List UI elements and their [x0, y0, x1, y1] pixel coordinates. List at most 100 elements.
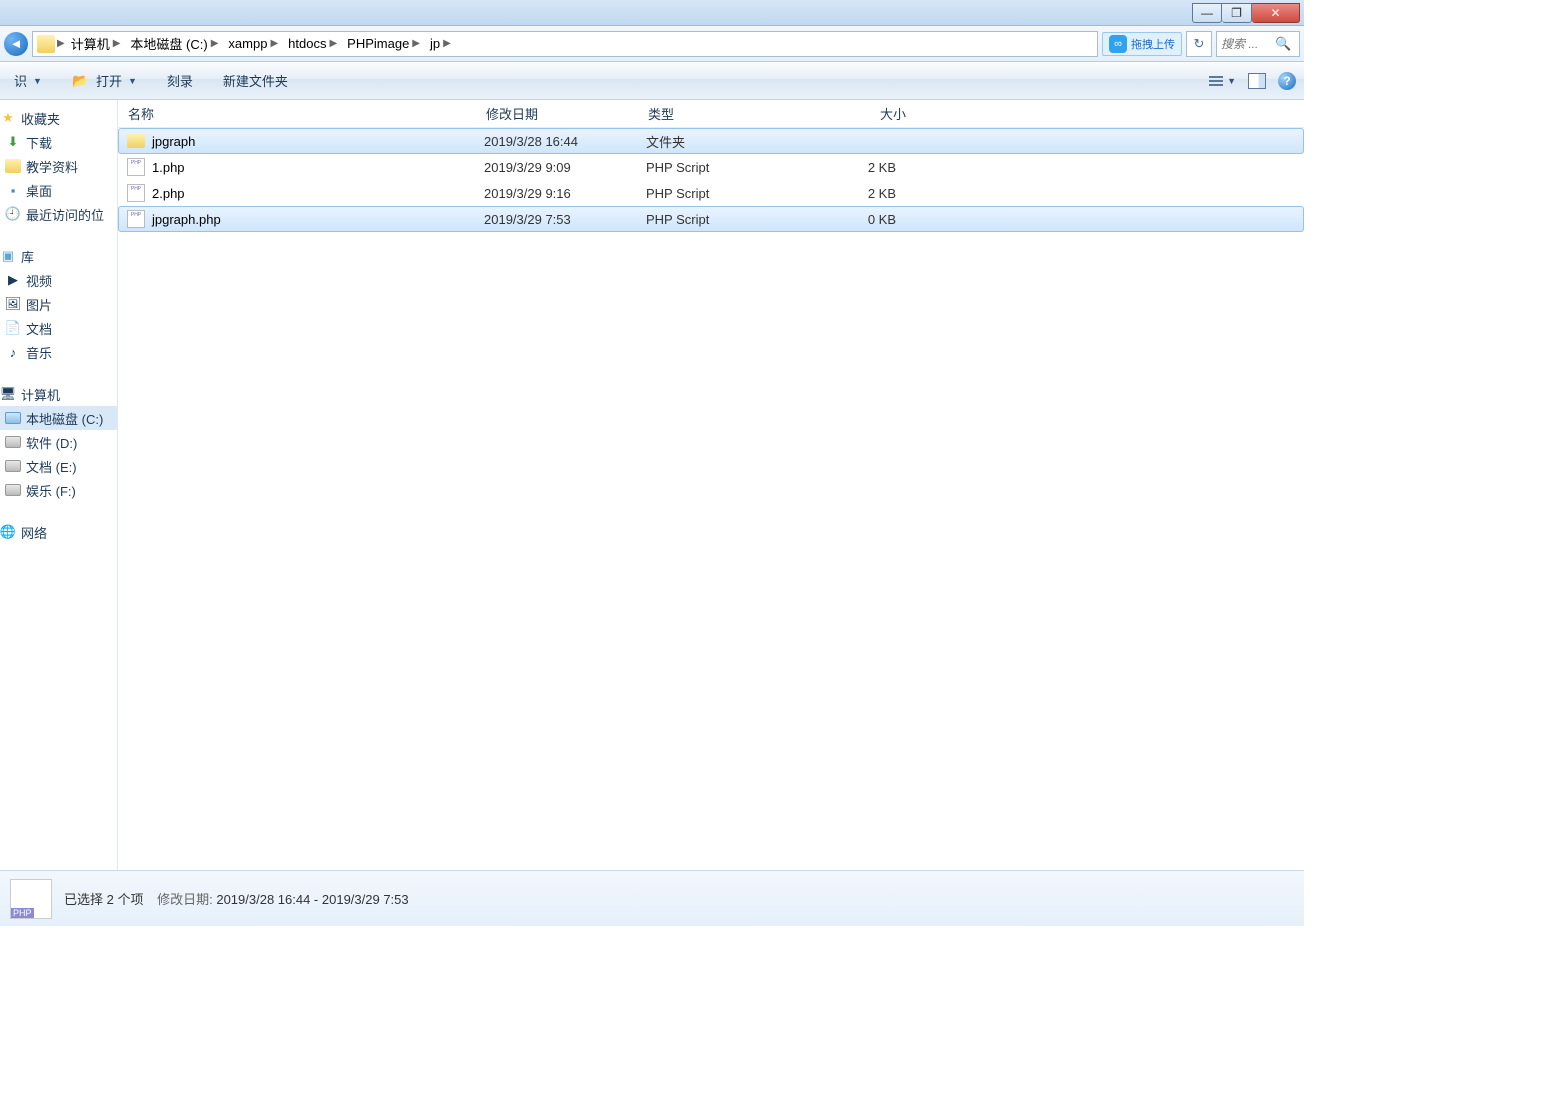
- status-date-value: 2019/3/28 16:44 - 2019/3/29 7:53: [216, 892, 408, 907]
- file-size: 2 KB: [806, 160, 896, 175]
- sidebar-item-teaching[interactable]: 教学资料: [0, 154, 117, 178]
- sidebar-item-videos[interactable]: ▶视频: [0, 268, 117, 292]
- view-options-button[interactable]: ▼: [1209, 76, 1236, 86]
- chevron-right-icon[interactable]: ▶: [412, 38, 420, 49]
- preview-pane-button[interactable]: [1248, 73, 1266, 89]
- file-name: jpgraph.php: [152, 212, 484, 227]
- address-bar: ◄ ▶ 计算机 ▶ 本地磁盘 (C:) ▶ xampp ▶ htdocs ▶ P…: [0, 26, 1304, 62]
- search-box[interactable]: 🔍: [1216, 31, 1300, 57]
- chevron-right-icon[interactable]: ▶: [57, 38, 65, 49]
- nav-favorites: ★ 收藏夹 ⬇下载 教学资料 ▪桌面 🕘 最近访问的位: [0, 106, 117, 226]
- column-header-type[interactable]: 类型: [648, 104, 808, 123]
- computer-icon: 🖥: [0, 386, 16, 402]
- sidebar-label: 文档: [26, 319, 52, 338]
- back-button[interactable]: ◄: [4, 32, 28, 56]
- file-date: 2019/3/28 16:44: [484, 134, 646, 149]
- breadcrumb-item[interactable]: 本地磁盘 (C:) ▶: [126, 33, 222, 55]
- sidebar-item-music[interactable]: ♪音乐: [0, 340, 117, 364]
- sidebar-item-pictures[interactable]: 🖼图片: [0, 292, 117, 316]
- chevron-right-icon[interactable]: ▶: [270, 38, 278, 49]
- organize-button[interactable]: 识 ▼: [8, 69, 48, 92]
- breadcrumb-label: PHPimage: [347, 36, 409, 51]
- sidebar-item-network[interactable]: 🌐网络: [0, 520, 117, 544]
- php-file-icon: [126, 209, 146, 229]
- help-button[interactable]: ?: [1278, 72, 1296, 90]
- breadcrumb[interactable]: ▶ 计算机 ▶ 本地磁盘 (C:) ▶ xampp ▶ htdocs ▶ PHP…: [32, 31, 1098, 57]
- sidebar-item-recent[interactable]: 🕘 最近访问的位: [0, 202, 117, 226]
- sidebar-label: 收藏夹: [21, 109, 60, 128]
- sidebar-item-disk-c[interactable]: 本地磁盘 (C:): [0, 406, 117, 430]
- back-arrow-icon: ◄: [10, 36, 23, 51]
- sidebar-item-disk-d[interactable]: 软件 (D:): [0, 430, 117, 454]
- column-header-name[interactable]: 名称: [128, 104, 486, 123]
- file-row[interactable]: 2.php2019/3/29 9:16PHP Script2 KB: [118, 180, 1304, 206]
- sidebar-item-downloads[interactable]: ⬇下载: [0, 130, 117, 154]
- sidebar-label: 本地磁盘 (C:): [26, 409, 103, 428]
- sidebar-item-documents[interactable]: 📄文档: [0, 316, 117, 340]
- breadcrumb-label: 计算机: [71, 34, 110, 53]
- sidebar-label: 最近访问的位: [26, 205, 104, 224]
- chevron-right-icon[interactable]: ▶: [443, 38, 451, 49]
- sidebar-item-desktop[interactable]: ▪桌面: [0, 178, 117, 202]
- file-row[interactable]: jpgraph.php2019/3/29 7:53PHP Script0 KB: [118, 206, 1304, 232]
- network-icon: 🌐: [0, 524, 16, 540]
- refresh-button[interactable]: ↻: [1186, 31, 1212, 57]
- sidebar-label: 下载: [26, 133, 52, 152]
- disk-icon: [5, 410, 21, 426]
- sidebar: ★ 收藏夹 ⬇下载 教学资料 ▪桌面 🕘 最近访问的位 ▣库 ▶视频 🖼图片 📄文档…: [0, 100, 118, 870]
- folder-icon: [5, 158, 21, 174]
- sidebar-label: 娱乐 (F:): [26, 481, 76, 500]
- new-folder-button[interactable]: 新建文件夹: [217, 69, 294, 92]
- chevron-down-icon: ▼: [128, 76, 137, 86]
- sidebar-item-disk-e[interactable]: 文档 (E:): [0, 454, 117, 478]
- nav-libraries: ▣库 ▶视频 🖼图片 📄文档 ♪音乐: [0, 244, 117, 364]
- status-date-label: 修改日期:: [157, 892, 213, 907]
- file-row[interactable]: 1.php2019/3/29 9:09PHP Script2 KB: [118, 154, 1304, 180]
- cloud-upload-badge[interactable]: ∞ 拖拽上传: [1102, 32, 1182, 56]
- library-icon: ▣: [0, 248, 16, 264]
- sidebar-item-libraries[interactable]: ▣库: [0, 244, 117, 268]
- column-header-size[interactable]: 大小: [808, 104, 906, 123]
- breadcrumb-label: xampp: [228, 36, 267, 51]
- file-rows: jpgraph2019/3/28 16:44文件夹1.php2019/3/29 …: [118, 128, 1304, 232]
- sidebar-label: 视频: [26, 271, 52, 290]
- maximize-button[interactable]: ❐: [1222, 3, 1252, 23]
- sidebar-label: 桌面: [26, 181, 52, 200]
- sidebar-label: 图片: [26, 295, 52, 314]
- close-button[interactable]: ✕: [1252, 3, 1300, 23]
- file-type: PHP Script: [646, 186, 806, 201]
- breadcrumb-item[interactable]: 计算机 ▶: [67, 33, 125, 55]
- column-header-date[interactable]: 修改日期: [486, 104, 648, 123]
- recent-icon: 🕘: [5, 206, 21, 222]
- chevron-down-icon: ▼: [33, 76, 42, 86]
- breadcrumb-label: htdocs: [288, 36, 326, 51]
- chevron-down-icon: ▼: [1227, 76, 1236, 86]
- sidebar-item-disk-f[interactable]: 娱乐 (F:): [0, 478, 117, 502]
- file-size: 0 KB: [806, 212, 896, 227]
- file-row[interactable]: jpgraph2019/3/28 16:44文件夹: [118, 128, 1304, 154]
- file-name: 2.php: [152, 186, 484, 201]
- chevron-right-icon[interactable]: ▶: [329, 38, 337, 49]
- disk-icon: [5, 482, 21, 498]
- breadcrumb-item[interactable]: jp ▶: [426, 33, 455, 55]
- sidebar-label: 文档 (E:): [26, 457, 77, 476]
- status-selection: 已选择 2 个项 修改日期: 2019/3/28 16:44 - 2019/3/…: [64, 889, 409, 908]
- breadcrumb-item[interactable]: htdocs ▶: [284, 33, 341, 55]
- minimize-button[interactable]: —: [1192, 3, 1222, 23]
- refresh-icon: ↻: [1194, 36, 1205, 52]
- chevron-right-icon[interactable]: ▶: [113, 38, 121, 49]
- search-input[interactable]: [1221, 37, 1275, 51]
- disk-icon: [5, 458, 21, 474]
- file-list-panel: 名称 修改日期 类型 大小 jpgraph2019/3/28 16:44文件夹1…: [118, 100, 1304, 870]
- breadcrumb-item[interactable]: xampp ▶: [224, 33, 282, 55]
- search-icon[interactable]: 🔍: [1275, 36, 1291, 52]
- open-icon: 📂: [72, 73, 90, 89]
- sidebar-item-favorites[interactable]: ★ 收藏夹: [0, 106, 117, 130]
- burn-button[interactable]: 刻录: [161, 69, 199, 92]
- open-button[interactable]: 📂 打开 ▼: [66, 69, 143, 92]
- star-icon: ★: [0, 110, 16, 126]
- breadcrumb-item[interactable]: PHPimage ▶: [343, 33, 424, 55]
- toolbar-right: ▼ ?: [1209, 72, 1296, 90]
- chevron-right-icon[interactable]: ▶: [211, 38, 219, 49]
- sidebar-item-computer[interactable]: 🖥计算机: [0, 382, 117, 406]
